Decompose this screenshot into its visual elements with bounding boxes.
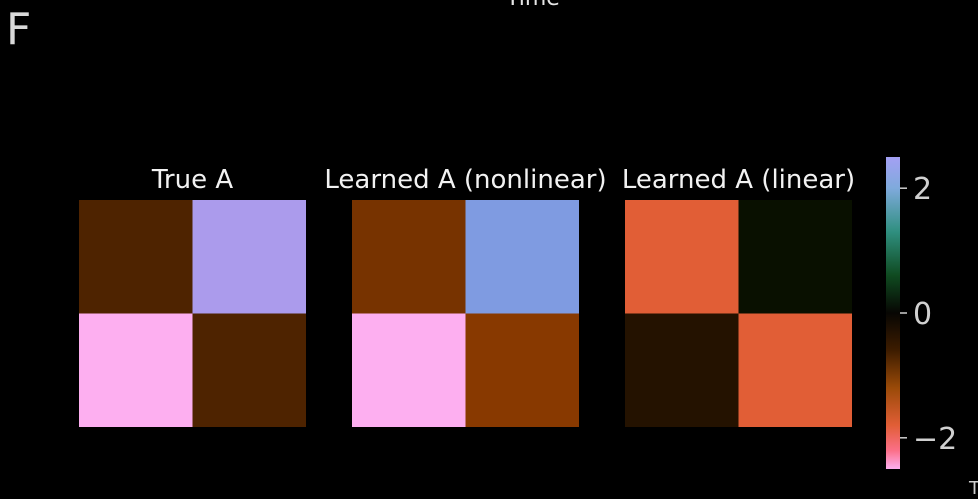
heatmap-cell (79, 313, 193, 427)
colorbar-bar (886, 157, 900, 469)
heatmap-title: Learned A (linear) (622, 165, 855, 195)
heatmap-panel: Learned A (nonlinear) (324, 165, 607, 427)
heatmap-cell (738, 313, 852, 427)
colorbar-tick-label: 2 (913, 172, 932, 207)
corner-clipped-text: T (969, 478, 978, 499)
heatmap-panel: Learned A (linear) (622, 165, 855, 427)
heatmap-panels: True A Learned A (nonlinear) Learned A (li… (79, 165, 855, 427)
heatmap-cell (192, 200, 306, 314)
heatmap-cell (465, 313, 579, 427)
heatmap-cell (465, 200, 579, 314)
heatmap-cell (738, 200, 852, 314)
heatmap-cell (625, 313, 739, 427)
heatmap-cell (625, 200, 739, 314)
colorbar-tick-label: 0 (913, 297, 932, 332)
heatmap-cell (79, 200, 193, 314)
heatmap-cell (192, 313, 306, 427)
heatmap-panel: True A (79, 165, 306, 427)
heatmap-figure: True A Learned A (nonlinear) Learned A (li… (79, 157, 957, 469)
heatmap-cell (352, 200, 466, 314)
heatmap-title: True A (151, 165, 233, 195)
colorbar: 2 0 −2 (886, 157, 957, 469)
colorbar-tick-label: −2 (913, 422, 957, 457)
heatmap-title: Learned A (nonlinear) (324, 165, 606, 195)
heatmap-cell (352, 313, 466, 427)
